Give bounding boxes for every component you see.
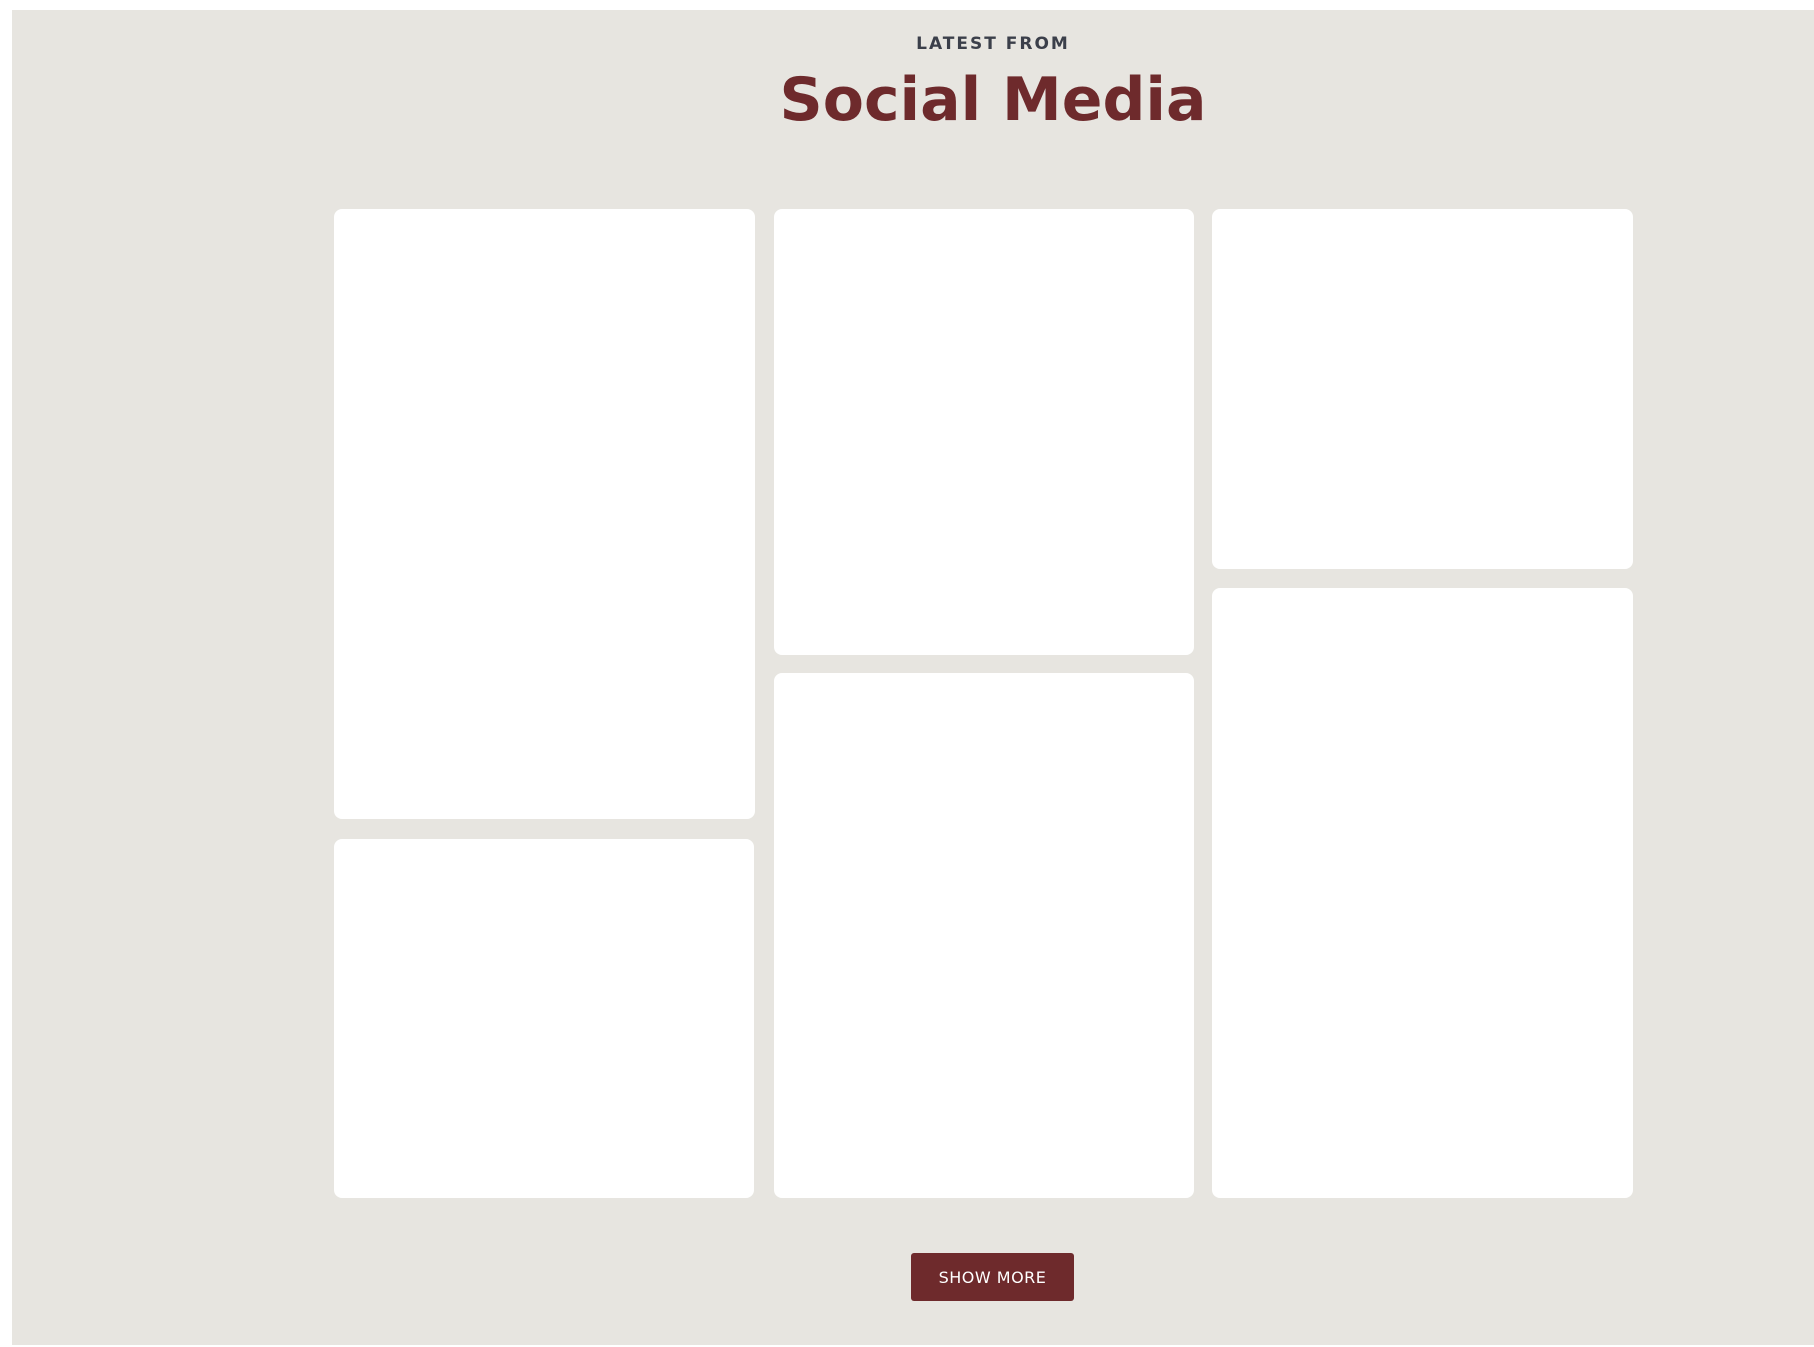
section-eyebrow: LATEST FROM	[916, 34, 1070, 54]
social-post-card[interactable]	[1212, 209, 1633, 569]
social-post-card[interactable]	[334, 209, 755, 819]
social-post-card[interactable]	[1212, 588, 1633, 1198]
section-title: Social Media	[779, 65, 1207, 135]
social-post-card[interactable]	[774, 209, 1194, 655]
eyebrow-wrap: LATEST FROM	[12, 34, 1814, 54]
social-media-section: LATEST FROM Social Media SHOW MORE	[12, 10, 1814, 1345]
social-post-card[interactable]	[334, 839, 754, 1198]
title-wrap: Social Media	[12, 66, 1814, 135]
social-post-card[interactable]	[774, 673, 1194, 1198]
show-more-button[interactable]: SHOW MORE	[911, 1253, 1074, 1301]
